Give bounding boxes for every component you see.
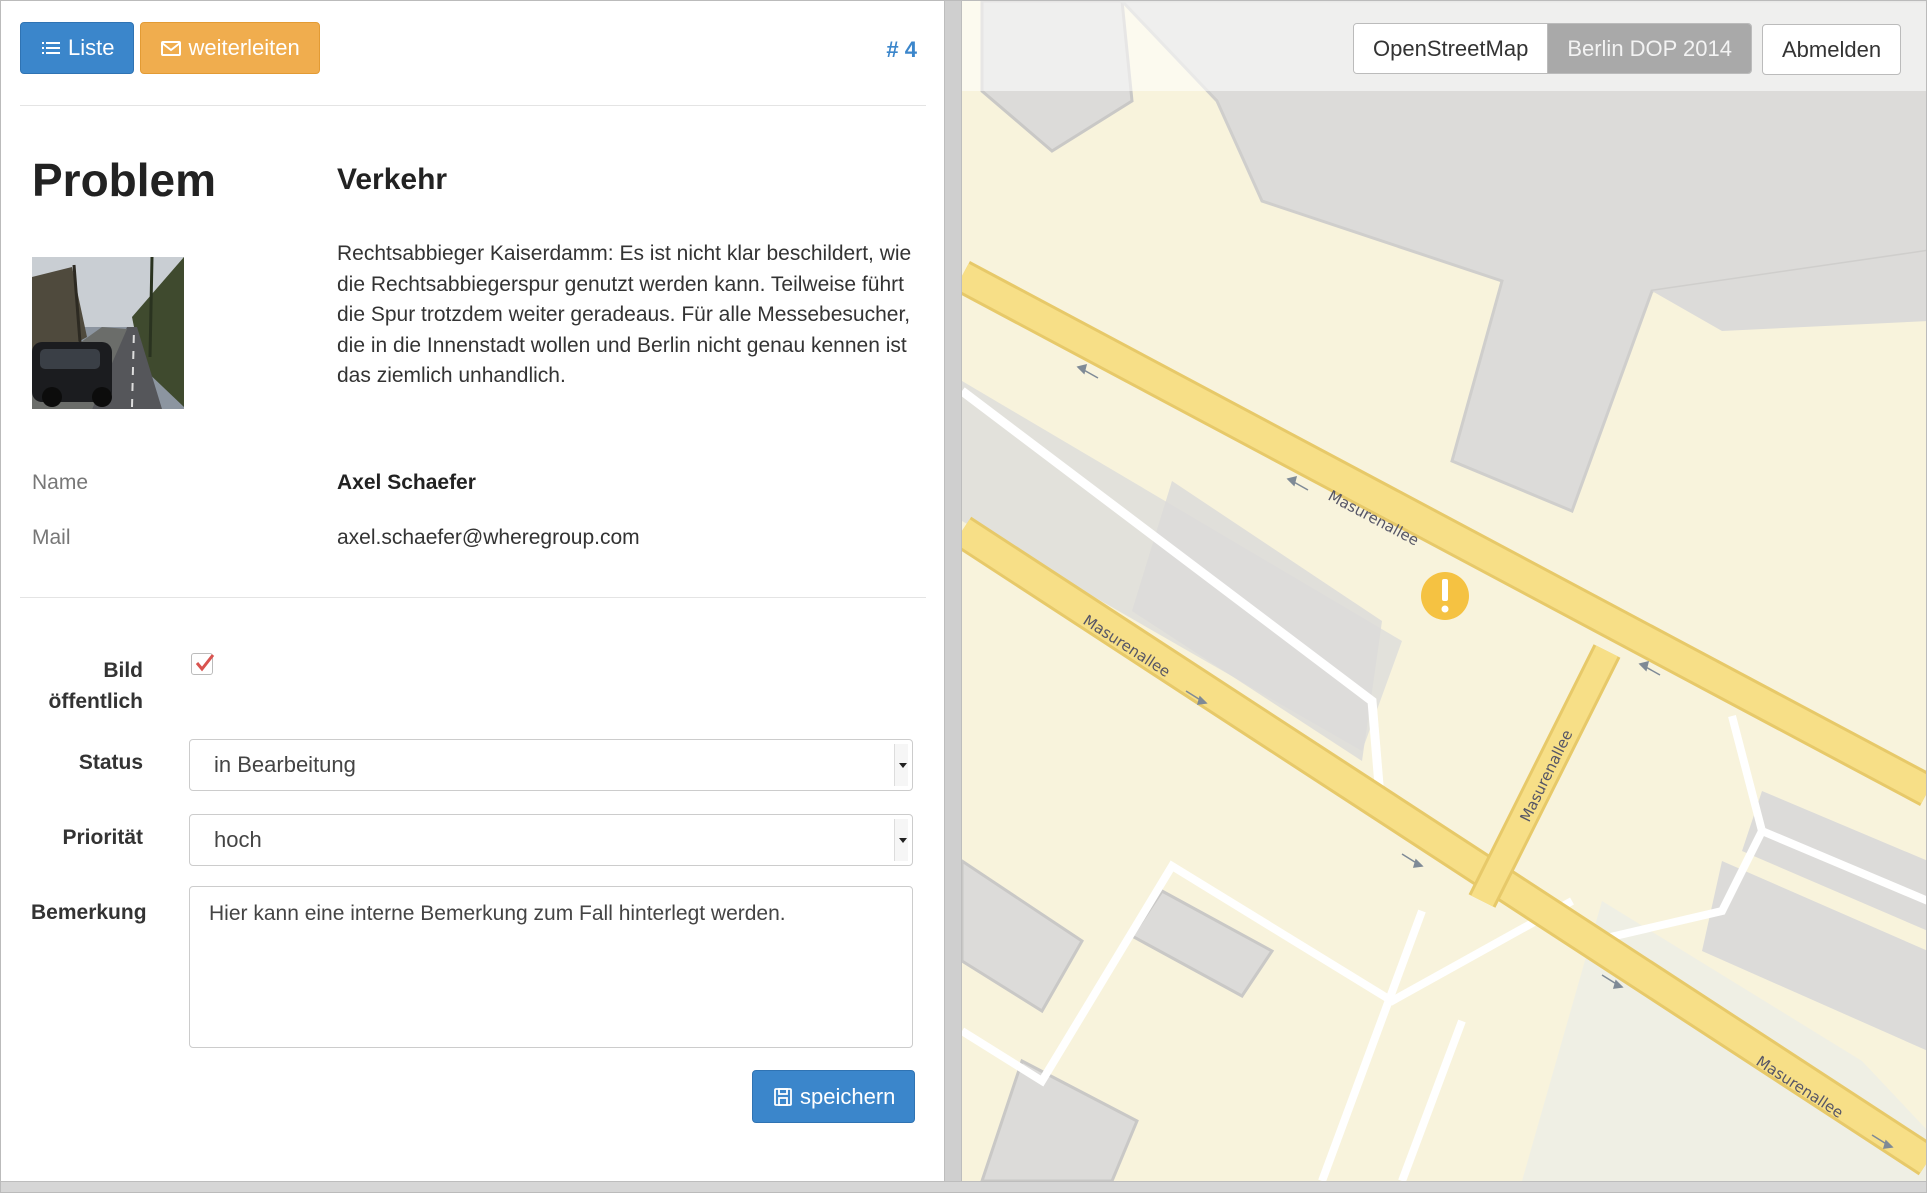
chevron-down-icon [894,819,908,861]
problem-category: Verkehr [337,163,448,196]
name-value: Axel Schaefer [337,471,476,494]
remark-label: Bemerkung [31,901,147,924]
layer-berlin-dop-button[interactable]: Berlin DOP 2014 [1547,24,1752,73]
divider [20,105,926,106]
page-title: Problem [32,154,217,206]
map-view[interactable]: Masurenallee Masurenallee Masurenallee M… [962,1,1926,1181]
forward-button-label: weiterleiten [188,35,300,60]
public-image-label-line2: öffentlich [48,690,144,713]
status-select-value: in Bearbeitung [214,752,356,777]
floppy-disk-icon [774,1087,792,1106]
horizontal-scrollbar[interactable] [1,1181,1926,1192]
priority-select[interactable]: hoch [189,814,913,866]
save-button[interactable]: speichern [752,1070,916,1123]
mail-label: Mail [32,526,71,549]
priority-label: Priorität [62,826,143,849]
public-image-label-line1: Bild [103,659,143,682]
map-canvas: Masurenallee Masurenallee Masurenallee M… [962,1,1926,1181]
list-button-label: Liste [68,35,115,60]
case-detail-panel: Liste weiterleiten # 4 Problem Verkehr R… [1,1,944,1181]
detail-toolbar: Liste weiterleiten [20,22,320,74]
checkmark-icon [195,654,215,672]
public-image-label: Bild öffentlich [31,655,144,717]
public-image-checkbox[interactable] [191,653,215,675]
street-photo-image [32,257,184,409]
priority-select-value: hoch [214,827,262,852]
name-label: Name [32,471,89,494]
problem-photo[interactable] [32,257,184,409]
logout-button[interactable]: Abmelden [1762,24,1902,75]
divider [20,597,926,598]
save-button-label: speichern [800,1083,896,1109]
forward-button[interactable]: weiterleiten [140,22,320,74]
status-label: Status [78,751,143,774]
app-window: Liste weiterleiten # 4 Problem Verkehr R… [0,0,1927,1193]
panel-splitter[interactable] [944,1,962,1181]
base-layer-switch: OpenStreetMap Berlin DOP 2014 [1353,23,1753,74]
remark-textarea[interactable]: Hier kann eine interne Bemerkung zum Fal… [189,886,913,1048]
mail-value: axel.schaefer@wheregroup.com [337,526,640,549]
case-number: # 4 [886,37,917,62]
warning-marker-icon[interactable] [1421,572,1469,620]
problem-description: Rechtsabbieger Kaiserdamm: Es ist nicht … [337,242,912,387]
list-icon [42,42,60,54]
envelope-icon [161,41,182,56]
list-button[interactable]: Liste [20,22,135,74]
status-select[interactable]: in Bearbeitung [189,739,913,791]
chevron-down-icon [894,744,908,786]
layer-openstreetmap-button[interactable]: OpenStreetMap [1354,24,1548,73]
